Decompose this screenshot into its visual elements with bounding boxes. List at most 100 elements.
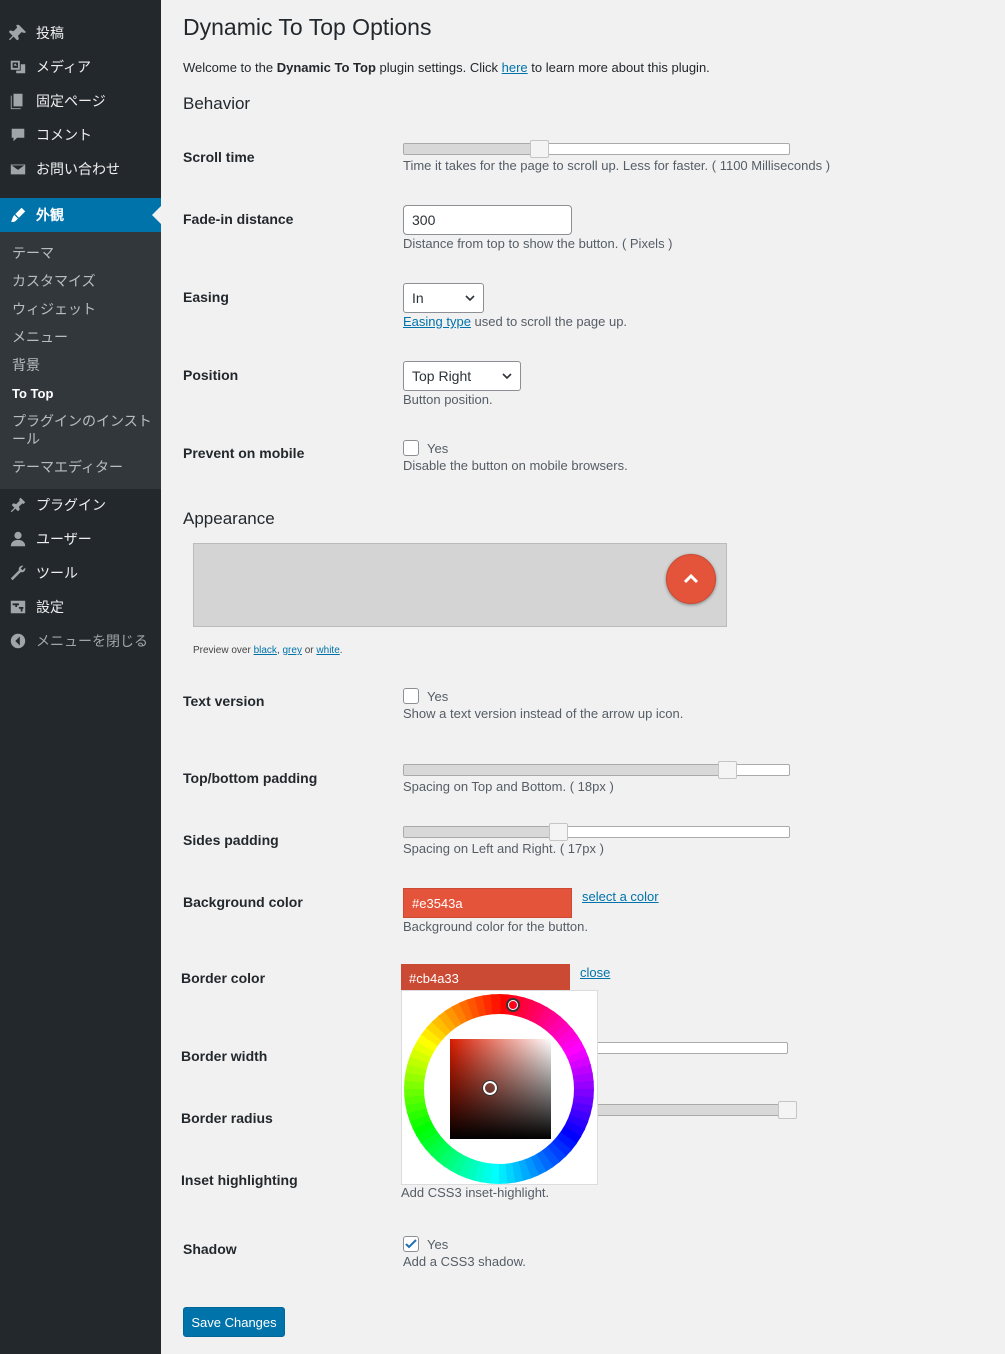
preview-pre: Preview over bbox=[193, 645, 254, 656]
prevent-mobile-yes: Yes bbox=[427, 440, 449, 456]
preview-or: or bbox=[301, 645, 317, 656]
text-version-label: Text version bbox=[183, 693, 265, 709]
sidebar-item-contact[interactable]: お問い合わせ bbox=[0, 152, 161, 186]
sidebar-item-label: メディア bbox=[36, 59, 92, 75]
bg-color-input[interactable]: #e3543a bbox=[403, 888, 572, 918]
preview-white-link[interactable]: white bbox=[316, 645, 339, 656]
sidebar-item-posts[interactable]: 投稿 bbox=[0, 16, 161, 50]
sidebar-item-comments[interactable]: コメント bbox=[0, 118, 161, 152]
submenu-item-theme-editor[interactable]: テーマエディター bbox=[12, 458, 152, 476]
sidebar-item-appearance[interactable]: 外観 bbox=[0, 198, 161, 232]
learn-more-link[interactable]: here bbox=[502, 60, 528, 75]
text-version-desc: Show a text version instead of the arrow… bbox=[403, 706, 684, 721]
prevent-mobile-desc: Disable the button on mobile browsers. bbox=[403, 458, 628, 473]
preview-black-link[interactable]: black bbox=[254, 645, 277, 656]
easing-desc-text: used to scroll the page up. bbox=[470, 314, 628, 329]
text-version-option: Yes bbox=[403, 688, 448, 704]
sides-padding-desc: Spacing on Left and Right. ( 17px ) bbox=[403, 841, 604, 856]
sides-padding-label: Sides padding bbox=[183, 832, 279, 848]
sidebar-item-media[interactable]: メディア bbox=[0, 50, 161, 84]
plugin-icon bbox=[0, 496, 36, 514]
color-wheel[interactable] bbox=[402, 991, 599, 1186]
color-picker-popup[interactable] bbox=[401, 990, 598, 1185]
comment-icon bbox=[0, 126, 36, 144]
scroll-time-desc: Time it takes for the page to scroll up.… bbox=[403, 158, 831, 173]
position-value: Top Right bbox=[412, 368, 472, 384]
tb-padding-desc: Spacing on Top and Bottom. ( 18px ) bbox=[403, 779, 614, 794]
sides-padding-slider[interactable] bbox=[403, 823, 790, 841]
submenu-item-themes[interactable]: テーマ bbox=[12, 244, 152, 262]
sidebar-item-pages[interactable]: 固定ページ bbox=[0, 84, 161, 118]
preview-over-text: Preview over black, grey or white. bbox=[193, 645, 343, 656]
scroll-time-slider[interactable] bbox=[403, 140, 790, 158]
slider-fill bbox=[404, 144, 539, 154]
submenu-item-install-plugins[interactable]: プラグインのインストール bbox=[12, 412, 152, 448]
welcome-pre: Welcome to the bbox=[183, 60, 277, 75]
tb-padding-slider[interactable] bbox=[403, 761, 790, 779]
media-icon bbox=[0, 58, 36, 76]
to-top-preview-button[interactable] bbox=[666, 554, 716, 604]
text-version-checkbox[interactable] bbox=[403, 688, 419, 704]
position-label: Position bbox=[183, 367, 239, 383]
slider-handle[interactable] bbox=[549, 823, 568, 841]
saturation-overlay bbox=[450, 1039, 551, 1139]
welcome-text: Welcome to the Dynamic To Top plugin set… bbox=[183, 60, 710, 75]
shadow-checkbox[interactable] bbox=[403, 1236, 419, 1252]
sidebar-item-plugins[interactable]: プラグイン bbox=[0, 488, 161, 522]
user-icon bbox=[0, 530, 36, 548]
brush-icon bbox=[0, 206, 36, 224]
shadow-option: Yes bbox=[403, 1236, 448, 1252]
easing-type-link[interactable]: Easing type bbox=[403, 314, 471, 329]
sidebar-item-users[interactable]: ユーザー bbox=[0, 522, 161, 556]
save-changes-button[interactable]: Save Changes bbox=[183, 1307, 285, 1337]
easing-desc: Easing type used to scroll the page up. bbox=[403, 314, 627, 329]
chevron-down-icon bbox=[502, 373, 512, 380]
chevron-up-icon bbox=[683, 573, 699, 584]
position-select[interactable]: Top Right bbox=[403, 361, 521, 391]
shadow-label: Shadow bbox=[183, 1241, 237, 1257]
slider-handle[interactable] bbox=[530, 140, 549, 158]
border-width-label: Border width bbox=[181, 1048, 268, 1064]
submenu-item-customize[interactable]: カスタマイズ bbox=[12, 272, 152, 290]
sidebar-item-tools[interactable]: ツール bbox=[0, 556, 161, 590]
checkmark-icon bbox=[405, 1239, 417, 1249]
submenu-item-widgets[interactable]: ウィジェット bbox=[12, 300, 152, 318]
sidebar-item-label: 設定 bbox=[36, 599, 64, 615]
position-desc: Button position. bbox=[403, 392, 493, 407]
submenu-item-menus[interactable]: メニュー bbox=[12, 328, 152, 346]
fade-in-distance-input[interactable]: 300 bbox=[403, 205, 572, 235]
select-color-link[interactable]: select a color bbox=[582, 889, 659, 904]
easing-select[interactable]: In bbox=[403, 283, 484, 313]
sidebar-item-settings[interactable]: 設定 bbox=[0, 590, 161, 624]
sidebar-item-label: 固定ページ bbox=[36, 93, 106, 109]
sidebar-item-label: お問い合わせ bbox=[36, 161, 120, 177]
easing-value: In bbox=[412, 290, 424, 306]
submenu-item-to-top[interactable]: To Top bbox=[12, 385, 152, 403]
mail-icon bbox=[0, 160, 36, 178]
plugin-name: Dynamic To Top bbox=[276, 60, 376, 75]
slider-handle[interactable] bbox=[718, 761, 737, 779]
close-color-picker-link[interactable]: close bbox=[580, 965, 610, 980]
admin-sidebar: 投稿 メディア 固定ページ コメント お問い合わせ 外観 テーマ カスタマイズ … bbox=[0, 0, 161, 1354]
sidebar-item-label: 外観 bbox=[36, 207, 64, 223]
tb-padding-label: Top/bottom padding bbox=[183, 770, 318, 786]
preview-end: . bbox=[339, 645, 343, 656]
welcome-post: to learn more about this plugin. bbox=[527, 60, 710, 75]
inset-desc: Add CSS3 inset-highlight. bbox=[401, 1185, 550, 1200]
slider-fill bbox=[404, 765, 728, 775]
sidebar-item-label: ユーザー bbox=[36, 531, 92, 547]
border-color-label: Border color bbox=[181, 970, 266, 986]
border-color-input[interactable]: #cb4a33 bbox=[401, 964, 570, 992]
page-icon bbox=[0, 92, 36, 110]
fade-in-label: Fade-in distance bbox=[183, 211, 294, 227]
sidebar-item-label: ツール bbox=[36, 565, 78, 581]
prevent-mobile-checkbox[interactable] bbox=[403, 440, 419, 456]
prevent-mobile-label: Prevent on mobile bbox=[183, 445, 305, 461]
collapse-menu-button[interactable]: メニューを閉じる bbox=[0, 624, 161, 658]
bg-color-desc: Background color for the button. bbox=[403, 919, 589, 934]
submenu-item-background[interactable]: 背景 bbox=[12, 356, 152, 374]
pin-icon bbox=[0, 24, 36, 42]
settings-icon bbox=[0, 598, 36, 616]
preview-grey-link[interactable]: grey bbox=[283, 645, 302, 656]
slider-handle[interactable] bbox=[778, 1101, 797, 1119]
